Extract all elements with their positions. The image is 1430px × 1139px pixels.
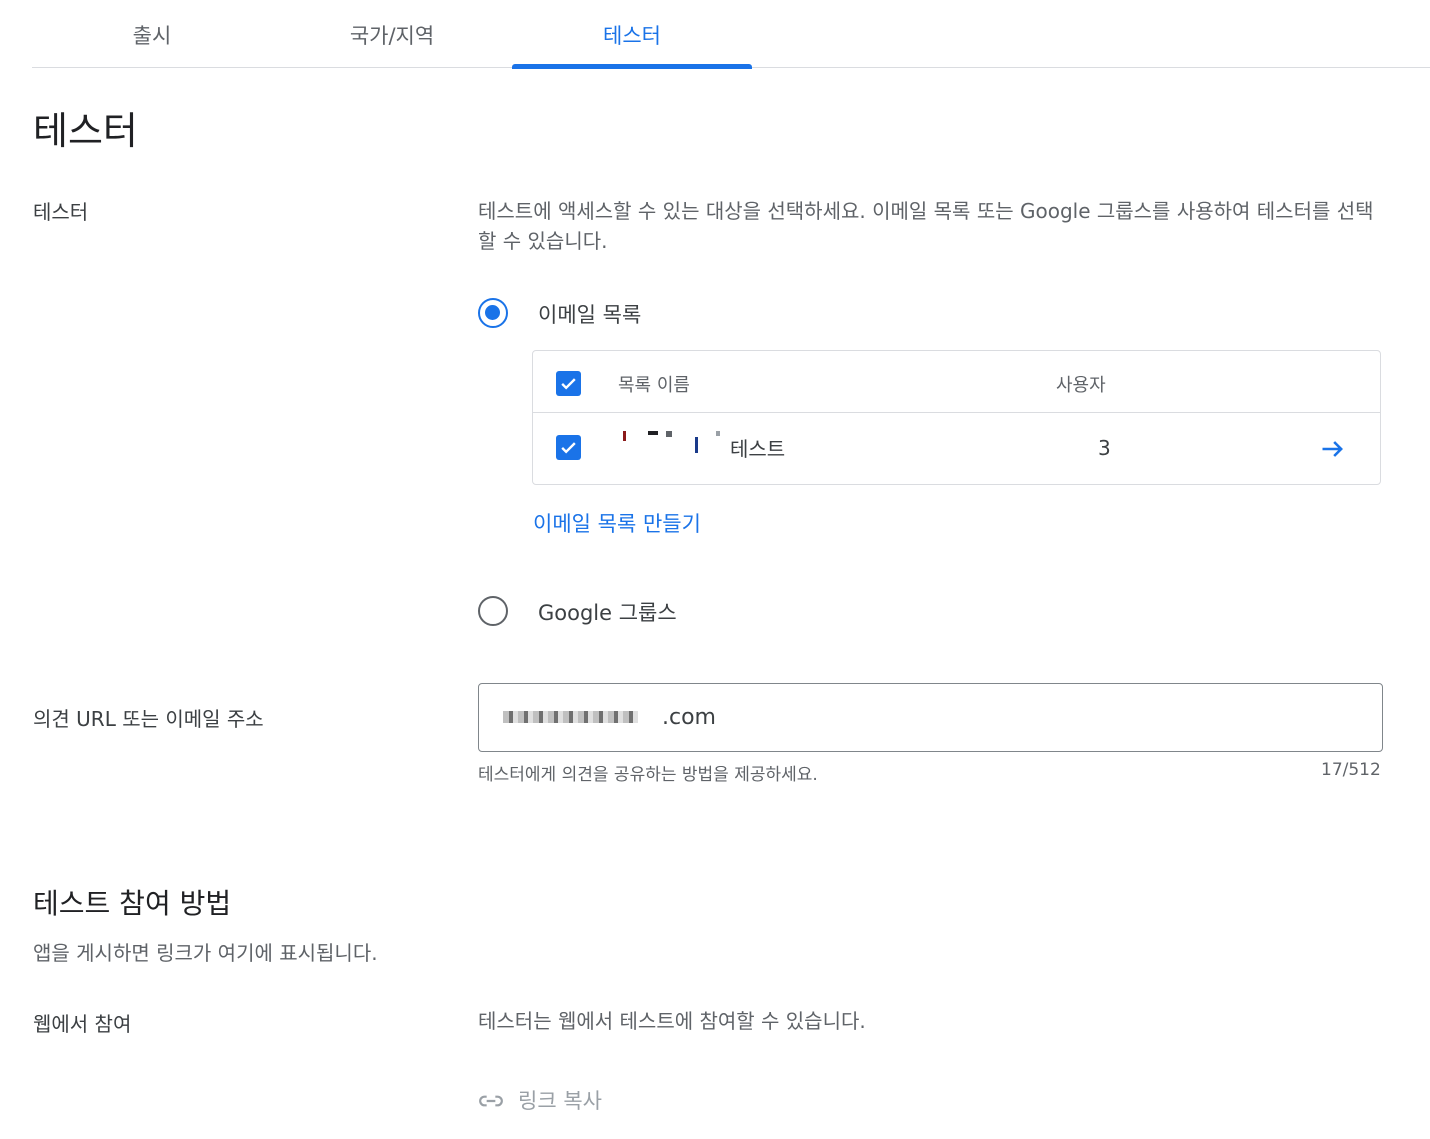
feedback-helper-text: 테스터에게 의견을 공유하는 방법을 제공하세요. [478,765,818,785]
testers-description: 테스트에 액세스할 수 있는 대상을 선택하세요. 이메일 목록 또는 Goog… [478,199,1374,253]
create-email-list-link[interactable]: 이메일 목록 만들기 [533,508,701,538]
feedback-char-counter: 17/512 [1321,760,1381,780]
copy-link-label: 링크 복사 [518,1089,602,1113]
list-name: 테스트 [730,437,786,461]
section-subtitle: 앱을 게시하면 링크가 여기에 표시됩니다. [33,941,378,965]
google-groups-radio-label[interactable]: Google 그룹스 [538,597,677,627]
list-user-count: 3 [1098,436,1111,460]
email-list-radio-label[interactable]: 이메일 목록 [538,299,641,329]
tab-testers[interactable]: 테스터 [512,0,752,69]
column-users[interactable]: 사용자 [1056,371,1106,397]
feedback-input-container[interactable] [478,683,1383,752]
testers-label: 테스터 [33,200,89,224]
tab-countries-regions[interactable]: 국가/지역 [272,0,512,68]
page-title: 테스터 [33,109,138,153]
redacted-text [648,431,658,435]
check-icon [561,378,576,390]
link-icon [479,1095,503,1107]
row-checkbox[interactable] [556,435,581,460]
email-list-radio[interactable] [478,298,508,328]
tab-bar: 출시 국가/지역 테스터 [32,0,1430,69]
select-all-checkbox[interactable] [556,371,581,396]
email-lists-table: 목록 이름 사용자 테스트 3 [532,350,1381,485]
feedback-input[interactable] [662,684,1362,751]
redacted-text [695,437,698,453]
redacted-text [666,431,672,437]
arrow-forward-icon[interactable] [1319,435,1347,463]
feedback-label: 의견 URL 또는 이메일 주소 [33,707,264,731]
join-on-web-label: 웹에서 참여 [33,1012,132,1036]
join-on-web-description: 테스터는 웹에서 테스트에 참여할 수 있습니다. [478,1009,866,1033]
redacted-text [503,711,638,723]
redacted-text [623,431,626,441]
tab-release[interactable]: 출시 [32,0,272,68]
section-title-how-to-join: 테스트 참여 방법 [33,887,232,920]
column-list-name[interactable]: 목록 이름 [618,371,690,397]
google-groups-radio[interactable] [478,596,508,626]
redacted-text [716,431,720,436]
check-icon [561,442,576,454]
